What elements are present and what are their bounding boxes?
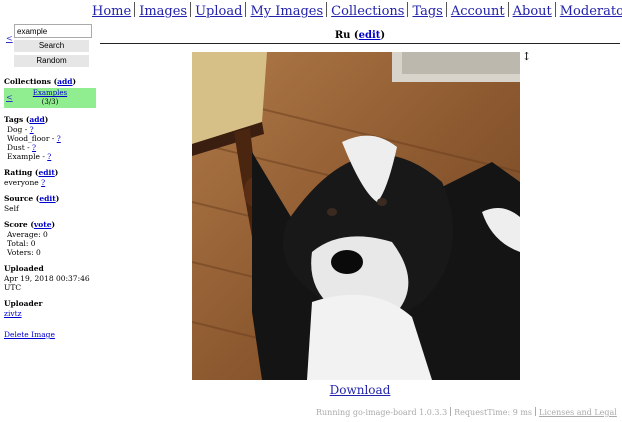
title-divider <box>100 43 620 44</box>
footer-request-time: RequestTime: 9 ms <box>454 408 533 417</box>
tag-item: Dust - ? <box>7 143 37 152</box>
nav-divider <box>407 2 409 17</box>
nav-divider <box>245 2 247 17</box>
dog-photo-illustration <box>192 52 520 380</box>
nav-divider <box>134 2 136 17</box>
footer-divider <box>535 407 537 416</box>
nav-divider <box>507 2 509 17</box>
rating-info-link[interactable]: ? <box>41 178 45 187</box>
search-panel: < Search Random <box>4 24 98 70</box>
tags-heading: Tags (add) <box>4 115 49 124</box>
collections-heading: Collections (add) <box>4 77 77 86</box>
nav-about[interactable]: About <box>513 4 552 19</box>
footer-divider <box>450 407 452 416</box>
score-values: Average: 0 Total: 0 Voters: 0 <box>7 230 98 257</box>
image-title: Ru (edit) <box>334 30 386 41</box>
nav-tags[interactable]: Tags <box>412 4 442 19</box>
collection-item: < Examples (3/3) <box>4 88 96 108</box>
tag-info-link[interactable]: ? <box>47 152 51 161</box>
nav-collections[interactable]: Collections <box>331 4 404 19</box>
collection-count: (3/3) <box>41 98 59 106</box>
uploader-heading: Uploader <box>4 299 43 308</box>
nav-images[interactable]: Images <box>139 4 187 19</box>
source-heading: Source (edit) <box>4 194 60 203</box>
source-edit-link[interactable]: edit <box>39 194 55 203</box>
score-voters: Voters: 0 <box>7 248 41 257</box>
collections-add-link[interactable]: add <box>57 77 72 86</box>
footer: Running go-image-board 1.0.3.3 RequestTim… <box>316 407 617 417</box>
search-back-arrow-icon[interactable]: < <box>6 34 13 43</box>
score-total: Total: 0 <box>7 239 36 248</box>
footer-licenses-link[interactable]: Licenses and Legal <box>539 408 617 417</box>
tag-item: Example - ? <box>7 152 52 161</box>
nav-divider <box>554 2 556 17</box>
nav-divider <box>326 2 328 17</box>
nav-home[interactable]: Home <box>92 4 131 19</box>
uploaded-value: Apr 19, 2018 00:37:46 UTC <box>4 274 90 292</box>
tag-item: Wood_floor - ? <box>7 134 61 143</box>
nav-divider <box>445 2 447 17</box>
download-area: Download <box>100 383 620 397</box>
rating-edit-link[interactable]: edit <box>38 168 54 177</box>
delete-image-link[interactable]: Delete Image <box>4 330 55 339</box>
tag-info-link[interactable]: ? <box>32 143 36 152</box>
rating-heading: Rating (edit) <box>4 168 59 177</box>
rating-value: everyone ? <box>4 178 46 187</box>
image-edit-link[interactable]: edit <box>359 30 381 41</box>
score-average: Average: 0 <box>7 230 48 239</box>
nav-moderator[interactable]: Moderator <box>560 4 622 19</box>
score-heading: Score (vote) <box>4 220 56 229</box>
resize-vertical-icon[interactable]: ↕ <box>522 50 531 63</box>
random-button[interactable]: Random <box>14 55 89 67</box>
nav-upload[interactable]: Upload <box>195 4 242 19</box>
main-content: Ru (edit) ↕ Download <box>100 30 620 397</box>
footer-version: Running go-image-board 1.0.3.3 <box>316 408 448 417</box>
tags-add-link[interactable]: add <box>29 115 44 124</box>
score-vote-link[interactable]: vote <box>34 220 52 229</box>
nav-divider <box>190 2 192 17</box>
uploader-link[interactable]: zivtz <box>4 309 22 318</box>
collection-examples-link[interactable]: Examples <box>33 89 67 97</box>
nav-account[interactable]: Account <box>451 4 505 19</box>
sidebar: < Search Random Collections (add) < Exam… <box>4 24 98 339</box>
top-nav: Home Images Upload My Images Collections Tags… <box>92 2 622 20</box>
search-input[interactable] <box>14 24 92 38</box>
tag-info-link[interactable]: ? <box>30 125 34 134</box>
tag-info-link[interactable]: ? <box>57 134 61 143</box>
nav-my-images[interactable]: My Images <box>250 4 323 19</box>
source-value: Self <box>4 204 19 213</box>
main-image[interactable] <box>192 52 520 380</box>
search-button[interactable]: Search <box>14 40 89 52</box>
tag-item: Dog - ? <box>7 125 34 134</box>
download-link[interactable]: Download <box>330 383 391 397</box>
tag-list: Dog - ? Wood_floor - ? Dust - ? Example … <box>7 125 98 161</box>
uploaded-heading: Uploaded <box>4 264 44 273</box>
